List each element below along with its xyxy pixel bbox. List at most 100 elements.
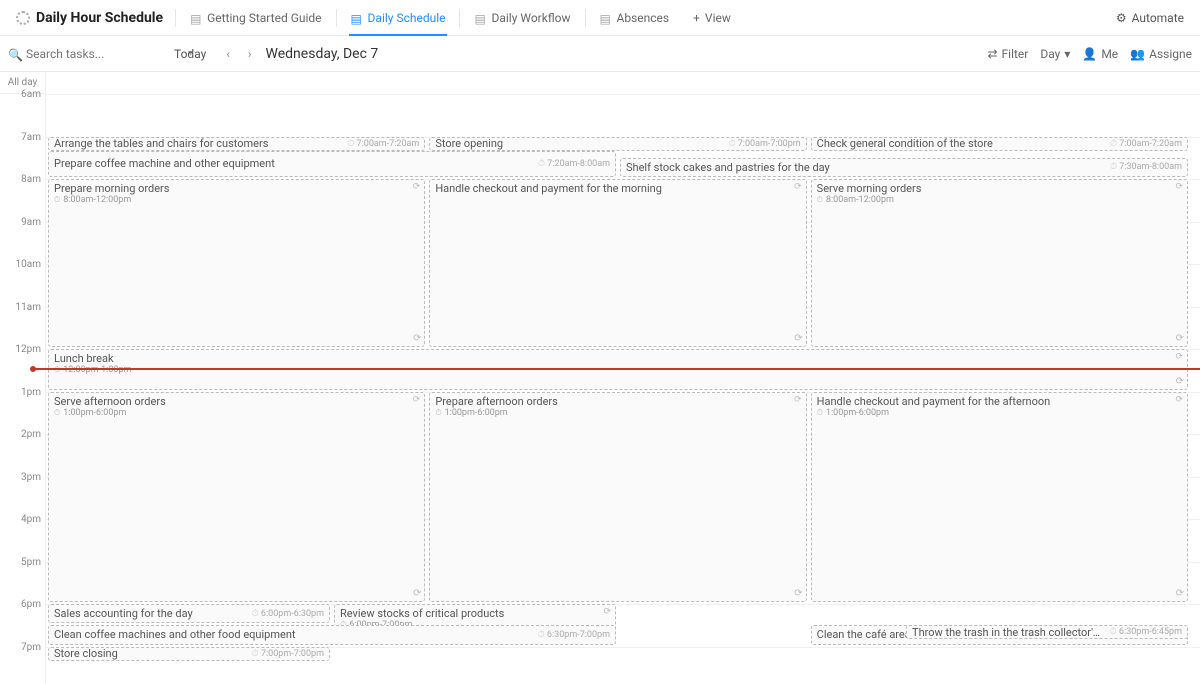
event-block[interactable]: Prepare coffee machine and other equipme… xyxy=(48,151,616,177)
add-view-label: View xyxy=(705,11,731,25)
hour-label-column: All day 6am7am8am9am10am11am12pm1pm2pm3p… xyxy=(0,72,46,684)
plus-icon: + xyxy=(693,11,700,25)
event-title: Sales accounting for the day xyxy=(54,607,246,620)
recurrence-icon: ⟳ xyxy=(413,182,421,192)
event-block[interactable]: Sales accounting for the day6:00pm-6:30p… xyxy=(48,604,330,623)
recurrence-icon: ⟳ xyxy=(1175,395,1183,405)
event-block[interactable]: Arrange the tables and chairs for custom… xyxy=(48,137,425,151)
event-title: Prepare afternoon orders xyxy=(435,395,800,408)
event-block[interactable]: Handle checkout and payment for the afte… xyxy=(811,392,1188,603)
event-block[interactable]: Prepare afternoon orders1:00pm-6:00pm ⟳ ⟳ xyxy=(429,392,806,603)
event-block[interactable]: Handle checkout and payment for the morn… xyxy=(429,179,806,347)
hour-label: 3pm xyxy=(0,472,41,483)
event-time: 8:00am-12:00pm xyxy=(54,195,419,205)
event-title: Check general condition of the store xyxy=(817,137,1104,150)
event-block[interactable]: Serve afternoon orders1:00pm-6:00pm⟳⟳ xyxy=(48,392,425,603)
tab-daily-workflow[interactable]: ▤Daily Workflow xyxy=(464,0,580,36)
calendar-grid[interactable]: Arrange the tables and chairs for custom… xyxy=(46,94,1200,684)
event-title: Throw the trash in the trash collector's… xyxy=(912,626,1104,639)
hour-label: 11am xyxy=(0,302,41,313)
separator xyxy=(459,9,460,27)
event-block[interactable]: Store opening7:00am-7:00pm xyxy=(429,137,806,151)
event-block[interactable]: Serve morning orders8:00am-12:00pm⟳⟳ xyxy=(811,179,1188,347)
recurrence-icon: ⟳ xyxy=(1175,352,1183,362)
recurrence-icon: ⟳ xyxy=(794,588,802,599)
board-title-text: Daily Hour Schedule xyxy=(36,10,163,26)
me-filter-button[interactable]: 👤Me xyxy=(1082,47,1118,61)
event-time: 1:00pm-6:00pm xyxy=(435,408,800,418)
automate-label: Automate xyxy=(1132,11,1184,25)
event-title: Review stocks of critical products xyxy=(340,607,610,620)
event-title: Handle checkout and payment for the morn… xyxy=(435,182,800,195)
view-icon: ▤ xyxy=(600,12,612,24)
current-date: Wednesday, Dec 7 xyxy=(266,46,379,62)
grouping-dropdown[interactable]: Day ▾ xyxy=(1040,47,1070,61)
person-icon: 👤 xyxy=(1082,47,1097,61)
search-icon: 🔍 xyxy=(8,48,20,60)
today-button[interactable]: Today xyxy=(168,47,212,61)
recurrence-icon: ⟳ xyxy=(603,607,611,617)
next-day-button[interactable]: › xyxy=(244,47,256,61)
event-block[interactable]: Prepare morning orders8:00am-12:00pm⟳⟳ xyxy=(48,179,425,347)
event-block[interactable]: Shelf stock cakes and pastries for the d… xyxy=(620,158,1188,177)
tab-label: Getting Started Guide xyxy=(207,11,321,25)
assignee-filter-button[interactable]: 👥Assigne xyxy=(1130,47,1192,61)
event-time: 12:00pm-1:00pm xyxy=(54,365,1182,375)
separator xyxy=(175,9,176,27)
grouping-label: Day xyxy=(1040,47,1060,61)
tab-label: Daily Schedule xyxy=(368,11,446,25)
hour-label: 12pm xyxy=(0,344,41,355)
separator xyxy=(336,9,337,27)
search-input[interactable] xyxy=(26,47,182,61)
add-view-button[interactable]: + View xyxy=(683,0,741,36)
event-block[interactable]: Clean coffee machines and other food equ… xyxy=(48,625,616,644)
event-time: 7:00am-7:20am xyxy=(1110,139,1182,149)
event-block[interactable]: Lunch break12:00pm-1:00pm⟳⟳ xyxy=(48,349,1188,390)
event-time: 8:00am-12:00pm xyxy=(817,195,1182,205)
prev-day-button[interactable]: ‹ xyxy=(222,47,234,61)
event-title: Store opening xyxy=(435,137,722,150)
recurrence-icon: ⟳ xyxy=(413,588,421,599)
event-block[interactable]: Throw the trash in the trash collector's… xyxy=(906,625,1188,639)
event-block[interactable]: Store closing7:00pm-7:00pm xyxy=(48,647,330,661)
tab-getting-started-guide[interactable]: ▤Getting Started Guide xyxy=(180,0,331,36)
event-time: 7:00am-7:20am xyxy=(347,139,419,149)
event-block[interactable]: Check general condition of the store 7:00… xyxy=(811,137,1188,151)
hour-label: 10am xyxy=(0,259,41,270)
event-title: Lunch break xyxy=(54,352,1182,365)
recurrence-icon: ⟳ xyxy=(794,395,802,405)
robot-icon: ⚙ xyxy=(1116,11,1127,25)
separator xyxy=(585,9,586,27)
loading-icon xyxy=(16,11,30,25)
search-field[interactable]: 🔍 ▾ xyxy=(8,47,158,61)
hour-label: 8am xyxy=(0,174,41,185)
event-title: Prepare coffee machine and other equipme… xyxy=(54,157,532,170)
tab-daily-schedule[interactable]: ▤Daily Schedule xyxy=(341,0,456,36)
event-title: Clean coffee machines and other food equ… xyxy=(54,628,532,641)
recurrence-icon: ⟳ xyxy=(794,182,802,192)
board-title: Daily Hour Schedule xyxy=(8,10,171,26)
view-icon: ▤ xyxy=(474,12,486,24)
event-time: 1:00pm-6:00pm xyxy=(817,408,1182,418)
recurrence-icon: ⟳ xyxy=(1176,376,1184,387)
hour-label: 9am xyxy=(0,217,41,228)
event-title: Handle checkout and payment for the afte… xyxy=(817,395,1182,408)
hour-label: 5pm xyxy=(0,557,41,568)
event-time: 7:00pm-7:00pm xyxy=(252,649,324,659)
filter-label: Filter xyxy=(1002,47,1029,61)
event-title: Serve morning orders xyxy=(817,182,1182,195)
filter-button[interactable]: ⇄Filter xyxy=(987,47,1028,61)
event-title: Arrange the tables and chairs for custom… xyxy=(54,137,341,150)
hour-label: 7am xyxy=(0,132,41,143)
recurrence-icon: ⟳ xyxy=(1176,588,1184,599)
toolbar: 🔍 ▾ Today ‹ › Wednesday, Dec 7 ⇄Filter D… xyxy=(0,36,1200,72)
chevron-down-icon: ▾ xyxy=(1064,47,1070,61)
calendar: All day 6am7am8am9am10am11am12pm1pm2pm3p… xyxy=(0,72,1200,684)
hour-label: 6am xyxy=(0,89,41,100)
event-time: 6:30pm-7:00pm xyxy=(538,630,610,640)
hour-gridline xyxy=(46,94,1200,95)
automate-button[interactable]: ⚙ Automate xyxy=(1108,11,1192,25)
assignee-label: Assigne xyxy=(1149,47,1192,61)
recurrence-icon: ⟳ xyxy=(794,333,802,344)
tab-absences[interactable]: ▤Absences xyxy=(590,0,680,36)
